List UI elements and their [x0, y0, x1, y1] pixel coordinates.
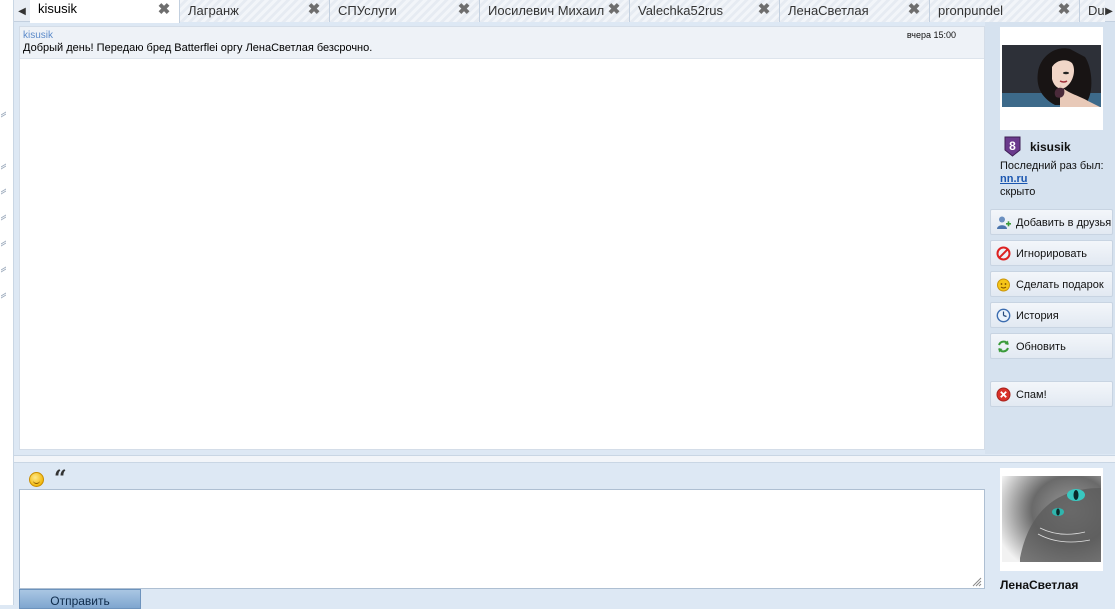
left-edge-strip — [0, 0, 14, 605]
profile-name: kisusik — [1030, 140, 1071, 154]
close-icon[interactable]: ✖ — [457, 2, 471, 17]
tab-label: Иосилевич Михаил — [488, 3, 605, 18]
tab-chat-pronpundel[interactable]: pronpundel ✖ — [930, 0, 1080, 22]
add-friend-label: Добавить в друзья — [1016, 217, 1112, 229]
composer-toolbar: “ — [19, 466, 985, 492]
smile-icon[interactable] — [29, 472, 44, 487]
send-gift-button[interactable]: Сделать подарок — [990, 271, 1113, 297]
tab-label: Лагранж — [188, 3, 239, 18]
refresh-button[interactable]: Обновить — [990, 333, 1113, 359]
close-icon[interactable]: ✖ — [907, 2, 921, 17]
level-badge-icon: 8 — [1004, 136, 1021, 157]
spam-label: Спам! — [1016, 389, 1047, 401]
tab-chat-lenasvetlaya[interactable]: ЛенаСветлая ✖ — [780, 0, 930, 22]
last-seen-label: Последний раз был: — [1000, 160, 1104, 172]
tab-chat-du[interactable]: Du — [1080, 0, 1105, 22]
message-time: вчера 15:00 — [906, 30, 956, 40]
last-seen-site-link[interactable]: nn.ru — [1000, 173, 1028, 185]
spam-button[interactable]: Спам! — [990, 381, 1113, 407]
my-avatar — [1000, 468, 1103, 571]
strip-mark — [1, 292, 6, 299]
tab-label: kisusik — [38, 1, 78, 16]
avatar[interactable] — [1000, 27, 1103, 130]
history-button[interactable]: История — [990, 302, 1113, 328]
send-button[interactable]: Отправить — [19, 589, 141, 609]
gift-icon — [997, 278, 1010, 292]
send-gift-label: Сделать подарок — [1016, 279, 1104, 291]
ignore-label: Игнорировать — [1016, 248, 1087, 260]
add-user-icon — [997, 216, 1011, 229]
strip-mark — [1, 111, 6, 118]
history-label: История — [1016, 310, 1059, 322]
tab-chat-kisusik[interactable]: kisusik ✖ — [30, 0, 180, 23]
strip-mark — [1, 240, 6, 247]
message-text: Добрый день! Передаю бред Batterflei орг… — [23, 42, 373, 54]
close-icon[interactable]: ✖ — [307, 2, 321, 17]
strip-mark — [1, 266, 6, 273]
strip-mark — [1, 163, 6, 170]
resize-grip-icon[interactable] — [972, 577, 982, 587]
message-item: kisusik вчера 15:00 Добрый день! Передаю… — [20, 27, 984, 59]
close-icon[interactable]: ✖ — [607, 2, 621, 17]
block-icon — [996, 246, 1011, 261]
tab-chat-iosilevich[interactable]: Иосилевич Михаил ✖ — [480, 0, 630, 22]
level-badge-number: 8 — [1009, 139, 1016, 153]
add-friend-button[interactable]: Добавить в друзья — [990, 209, 1113, 235]
close-icon[interactable]: ✖ — [157, 2, 171, 17]
tab-chat-spuslugi[interactable]: СПУслуги ✖ — [330, 0, 480, 22]
ignore-button[interactable]: Игнорировать — [990, 240, 1113, 266]
chat-tab-bar: ◀ kisusik ✖ Лагранж ✖ СПУслуги ✖ Иосилев… — [14, 0, 1115, 23]
tab-label: СПУслуги — [338, 3, 397, 18]
tab-label: ЛенаСветлая — [788, 3, 869, 18]
close-icon[interactable]: ✖ — [1057, 2, 1071, 17]
tab-chat-lagranzh[interactable]: Лагранж ✖ — [180, 0, 330, 22]
pane-divider[interactable] — [14, 455, 1115, 463]
tab-scroll-right-icon[interactable]: ▶ — [1103, 0, 1115, 22]
strip-mark — [1, 214, 6, 221]
close-icon[interactable]: ✖ — [757, 2, 771, 17]
my-name: ЛенаСветлая — [1000, 578, 1079, 592]
last-seen-status: скрыто — [1000, 186, 1036, 198]
message-author[interactable]: kisusik — [23, 30, 53, 41]
tab-chat-valechka52rus[interactable]: Valechka52rus ✖ — [630, 0, 780, 22]
tab-scroll-left-icon[interactable]: ◀ — [14, 0, 30, 22]
strip-mark — [1, 188, 6, 195]
refresh-label: Обновить — [1016, 341, 1066, 353]
close-circle-icon — [996, 387, 1011, 402]
tab-label: Valechka52rus — [638, 3, 724, 18]
clock-icon — [996, 308, 1011, 323]
refresh-icon — [998, 340, 1009, 353]
message-input[interactable] — [19, 489, 985, 589]
message-log: kisusik вчера 15:00 Добрый день! Передаю… — [19, 26, 985, 450]
tab-label: pronpundel — [938, 3, 1004, 18]
